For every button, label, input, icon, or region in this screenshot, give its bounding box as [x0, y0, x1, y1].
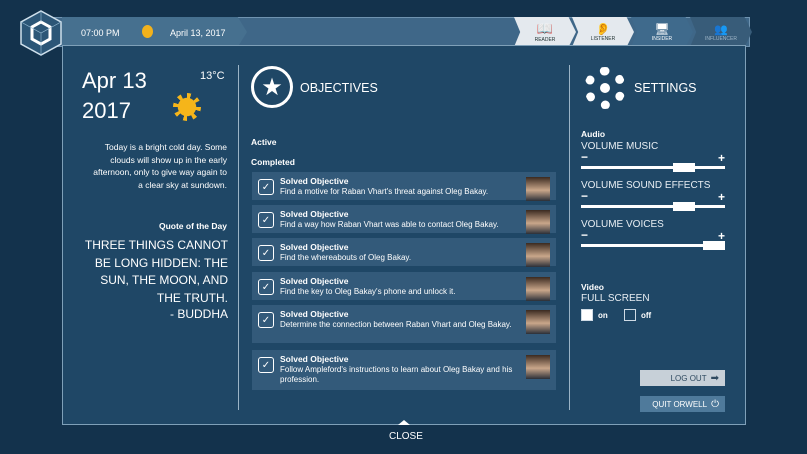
active-label: Active [251, 137, 277, 147]
minus-icon[interactable]: − [581, 189, 588, 203]
objective-status: Solved Objective [280, 242, 349, 252]
objective-text: Determine the connection between Raban V… [280, 319, 512, 329]
fullscreen-label: FULL SCREEN [581, 293, 650, 304]
volume-voices-slider[interactable] [581, 241, 725, 250]
character-avatar [526, 277, 550, 301]
caret-up-icon [398, 420, 410, 425]
people-icon: 👥 [714, 23, 728, 36]
logout-button[interactable]: LOG OUT ➡ [640, 370, 725, 386]
check-icon: ✓ [258, 179, 274, 195]
completed-label: Completed [251, 157, 295, 167]
check-icon: ✓ [258, 245, 274, 261]
tab-influencer[interactable]: 👥 INFLUENCER [690, 17, 752, 47]
objective-row[interactable]: ✓ Solved Objective Follow Ampleford's inst… [252, 350, 556, 390]
settings-gear-icon [584, 67, 626, 109]
objective-row[interactable]: ✓ Solved Objective Find a motive for Raban… [252, 172, 556, 201]
day-date: Apr 13 [82, 68, 147, 93]
video-label: Video [581, 282, 604, 292]
objective-status: Solved Objective [280, 309, 349, 319]
objective-text: Find the whereabouts of Oleg Bakay. [280, 252, 412, 262]
weather-description: Today is a bright cold day. Some clouds … [93, 142, 227, 190]
settings-title: SETTINGS [634, 81, 697, 95]
quote-label: Quote of the Day [158, 221, 227, 231]
ear-icon: 👂 [595, 22, 611, 36]
slider-thumb[interactable] [703, 241, 725, 250]
volume-voices-label: VOLUME VOICES [581, 219, 664, 230]
plus-icon[interactable]: + [718, 190, 725, 204]
volume-sfx-slider[interactable] [581, 202, 725, 211]
volume-music-slider[interactable] [581, 163, 725, 172]
arrow-right-icon: ➡ [710, 372, 719, 384]
objective-status: Solved Objective [280, 176, 349, 186]
off-label: off [641, 311, 652, 320]
audio-label: Audio [581, 129, 606, 139]
minus-icon[interactable]: − [581, 228, 588, 242]
character-avatar [526, 210, 550, 234]
quote-text: THREE THINGS CANNOT BE LONG HIDDEN: THE … [84, 238, 228, 305]
close-button[interactable]: CLOSE [389, 431, 423, 442]
check-icon: ✓ [258, 279, 274, 295]
volume-sfx-label: VOLUME SOUND EFFECTS [581, 180, 711, 191]
slider-thumb[interactable] [672, 163, 695, 172]
fullscreen-on-checkbox[interactable] [581, 309, 593, 321]
current-date: April 13, 2017 [170, 28, 226, 38]
clock-time: 07:00 PM [81, 28, 120, 38]
sun-icon [142, 25, 153, 38]
on-label: on [598, 311, 608, 320]
divider [238, 65, 239, 410]
divider [569, 65, 570, 410]
slider-thumb[interactable] [672, 202, 695, 211]
quit-button[interactable]: QUIT ORWELL ⏻ [640, 396, 725, 412]
character-avatar [526, 177, 550, 201]
weather-sun-icon [173, 93, 201, 121]
minus-icon[interactable]: − [581, 150, 588, 164]
volume-music-label: VOLUME MUSIC [581, 141, 659, 152]
character-avatar [526, 310, 550, 334]
plus-icon[interactable]: + [718, 151, 725, 165]
objective-row[interactable]: ✓ Solved Objective Find a way how Raban Vh… [252, 205, 556, 234]
temperature: 13°C [200, 70, 225, 82]
objective-text: Follow Ampleford's instructions to learn… [280, 364, 513, 385]
objective-row[interactable]: ✓ Solved Objective Find the whereabouts of… [252, 238, 556, 267]
book-icon: 📖 [536, 21, 554, 36]
objective-status: Solved Objective [280, 354, 349, 364]
day-year: 2017 [82, 98, 131, 123]
objective-text: Find a way how Raban Vhart was able to c… [280, 219, 499, 229]
check-icon: ✓ [258, 312, 274, 328]
objectives-star-icon: ★ [251, 66, 293, 108]
objective-text: Find a motive for Raban Vhart's threat a… [280, 186, 489, 196]
objectives-title: OBJECTIVES [300, 81, 378, 95]
tab-reader[interactable]: 📖 READER [514, 17, 576, 47]
monitor-icon: 🖥 [654, 22, 670, 36]
quote-author: - BUDDHA [169, 307, 228, 321]
objective-status: Solved Objective [280, 209, 349, 219]
objective-status: Solved Objective [280, 276, 349, 286]
fullscreen-off-checkbox[interactable] [624, 309, 636, 321]
tab-listener[interactable]: 👂 LISTENER [572, 17, 634, 47]
character-avatar [526, 355, 550, 379]
power-icon: ⏻ [711, 398, 719, 410]
check-icon: ✓ [258, 357, 274, 373]
character-avatar [526, 243, 550, 267]
check-icon: ✓ [258, 212, 274, 228]
orwell-logo-icon [20, 10, 62, 56]
objective-row[interactable]: ✓ Solved Objective Find the key to Oleg Ba… [252, 272, 556, 301]
tab-insider[interactable]: 🖥 INSIDER [631, 17, 693, 47]
objective-text: Find the key to Oleg Bakay's phone and u… [280, 286, 456, 296]
objective-row[interactable]: ✓ Solved Objective Determine the connectio… [252, 305, 556, 343]
